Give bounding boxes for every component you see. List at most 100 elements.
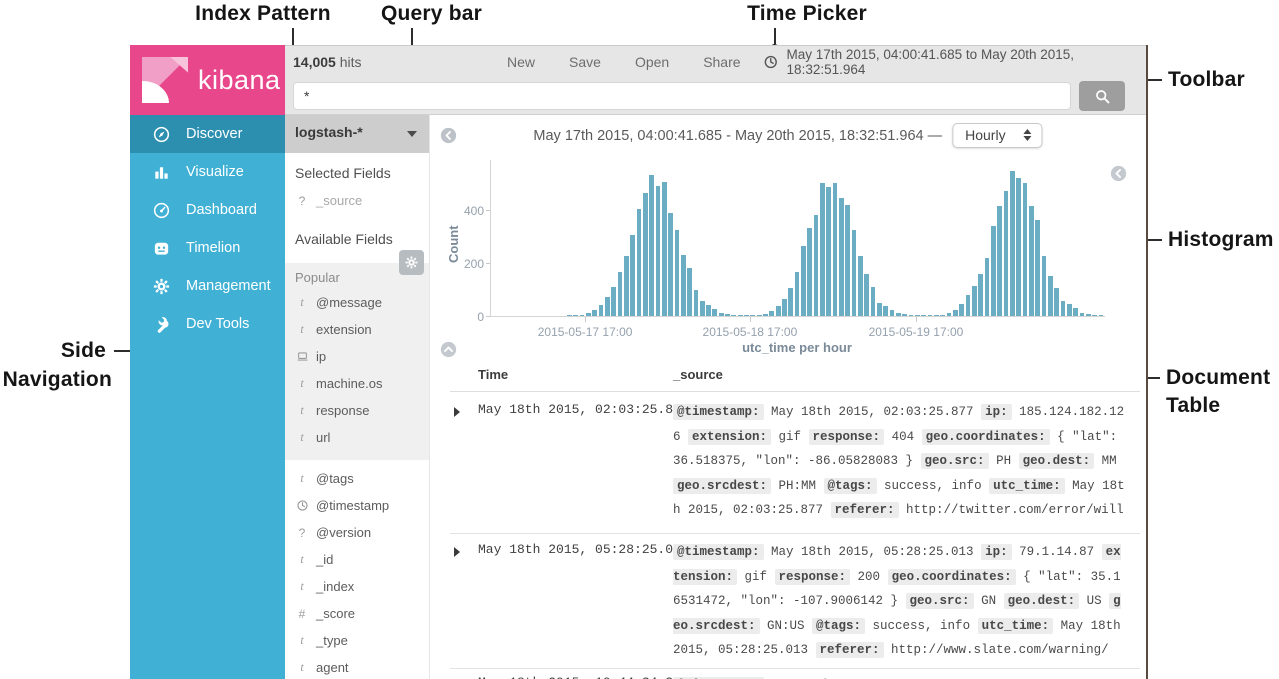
time-picker[interactable]: May 17th 2015, 04:00:41.685 to May 20th … bbox=[763, 47, 1146, 77]
histogram-bar bbox=[839, 197, 844, 316]
histogram-bar bbox=[845, 204, 851, 316]
expand-row-caret[interactable] bbox=[454, 547, 460, 557]
histogram-bar bbox=[832, 183, 838, 316]
sidebar-item-dev-tools[interactable]: Dev Tools bbox=[130, 305, 285, 343]
sidebar-item-management[interactable]: Management bbox=[130, 267, 285, 305]
sidebar-item-label: Discover bbox=[186, 126, 243, 142]
histogram-bar bbox=[566, 314, 572, 316]
toolbar-action-new[interactable]: New bbox=[507, 54, 535, 70]
histogram-bar bbox=[1016, 177, 1021, 316]
field-_type[interactable]: t _type bbox=[285, 627, 429, 654]
field-@timestamp[interactable]: @timestamp bbox=[285, 492, 429, 519]
field-@version[interactable]: ? @version bbox=[285, 519, 429, 546]
histogram-bar bbox=[896, 313, 901, 316]
histogram-bar bbox=[636, 208, 642, 316]
query-bar bbox=[285, 77, 1146, 115]
histogram-bar bbox=[1028, 205, 1034, 316]
sidebar-item-timelion[interactable]: Timelion bbox=[130, 229, 285, 267]
histogram-bar bbox=[870, 286, 876, 316]
toolbar-action-share[interactable]: Share bbox=[703, 54, 740, 70]
field-type-string-icon: t bbox=[300, 660, 304, 674]
histogram-bar bbox=[813, 215, 819, 316]
field-machine.os[interactable]: t machine.os bbox=[285, 370, 429, 397]
interval-select[interactable]: Hourly bbox=[952, 123, 1043, 148]
histogram-bar bbox=[604, 297, 610, 316]
histogram-bar bbox=[687, 268, 692, 316]
field-response[interactable]: t response bbox=[285, 397, 429, 424]
x-axis-title: utc_time per hour bbox=[742, 340, 852, 355]
sidebar-item-visualize[interactable]: Visualize bbox=[130, 153, 285, 191]
field-type-unknown-icon: ? bbox=[298, 525, 306, 540]
histogram-bar bbox=[1009, 171, 1015, 316]
histogram-bar bbox=[927, 314, 933, 316]
expand-row-caret[interactable] bbox=[454, 407, 460, 417]
field-key-badge: geo.coordinates: bbox=[887, 568, 1016, 585]
field-name: @version bbox=[316, 525, 372, 540]
field-key-badge: utc_time: bbox=[989, 477, 1065, 494]
histogram-title: May 17th 2015, 04:00:41.685 - May 20th 2… bbox=[533, 127, 943, 144]
histogram-bar bbox=[1041, 256, 1047, 316]
field-_source[interactable]: ? _source bbox=[285, 187, 429, 214]
bar-chart-icon bbox=[152, 163, 171, 182]
collapse-chart-right-button[interactable] bbox=[1110, 165, 1127, 182]
annotation-histogram: Histogram bbox=[1168, 228, 1274, 251]
search-icon bbox=[1095, 89, 1109, 103]
chevron-down-icon bbox=[407, 131, 417, 137]
field-key-badge: @timestamp: bbox=[673, 404, 764, 420]
field-agent[interactable]: t agent bbox=[285, 654, 429, 679]
search-button[interactable] bbox=[1079, 81, 1125, 111]
field-type-string-icon: t bbox=[300, 579, 304, 593]
field-_index[interactable]: t _index bbox=[285, 573, 429, 600]
histogram-bar bbox=[858, 256, 863, 316]
sidebar-item-dashboard[interactable]: Dashboard bbox=[130, 191, 285, 229]
selected-fields-header: Selected Fields bbox=[295, 165, 391, 181]
field-url[interactable]: t url bbox=[285, 424, 429, 451]
toolbar-action-save[interactable]: Save bbox=[569, 54, 601, 70]
document-table: Time _source May 18th 2015, 02:03:25.877… bbox=[430, 355, 1146, 679]
histogram-bar bbox=[788, 288, 794, 316]
doc-source: @timestamp: May 18th 2015, 02:03:25.877 … bbox=[673, 400, 1125, 623]
histogram-bar bbox=[877, 303, 882, 316]
field-@message[interactable]: t @message bbox=[285, 289, 429, 316]
index-pattern-selector[interactable]: logstash-* bbox=[285, 115, 429, 153]
sidebar-item-label: Dev Tools bbox=[186, 316, 250, 332]
doc-time: May 18th 2015, 05:28:25.013 bbox=[478, 542, 689, 557]
available-fields-list: t @tags @timestamp? @version t _idt _index # _sc… bbox=[285, 465, 429, 679]
field-extension[interactable]: t extension bbox=[285, 316, 429, 343]
field-_id[interactable]: t _id bbox=[285, 546, 429, 573]
histogram-bar bbox=[617, 272, 623, 316]
field-_score[interactable]: # _score bbox=[285, 600, 429, 627]
histogram-bar bbox=[706, 304, 711, 316]
y-tick-label: 0 bbox=[477, 310, 484, 324]
field-settings-button[interactable] bbox=[399, 250, 424, 275]
field-@tags[interactable]: t @tags bbox=[285, 465, 429, 492]
x-tick-label: 2015-05-18 17:00 bbox=[702, 325, 798, 339]
field-key-badge: response: bbox=[808, 428, 885, 445]
x-tick-mark bbox=[915, 317, 917, 322]
histogram-bar bbox=[744, 314, 749, 316]
collapse-left-button[interactable] bbox=[440, 127, 457, 144]
histogram-bar bbox=[965, 294, 971, 316]
compass-icon bbox=[152, 125, 171, 144]
fields-panel: logstash-* Selected Fields ? _source Avai… bbox=[285, 115, 430, 679]
toolbar-action-open[interactable]: Open bbox=[635, 54, 669, 70]
field-name: @message bbox=[316, 295, 382, 310]
histogram-bar bbox=[883, 305, 889, 316]
histogram-bar bbox=[592, 310, 597, 316]
discover-content: May 17th 2015, 04:00:41.685 - May 20th 2… bbox=[430, 115, 1146, 679]
dashboard-icon bbox=[152, 201, 171, 220]
field-key-badge: ip: bbox=[981, 544, 1012, 560]
histogram-bar bbox=[1022, 183, 1028, 316]
field-name: _index bbox=[316, 579, 355, 594]
histogram-bar bbox=[623, 256, 629, 316]
kibana-logo-band: kibana bbox=[130, 45, 285, 115]
query-input[interactable] bbox=[293, 82, 1071, 110]
sidebar-item-discover[interactable]: Discover bbox=[130, 115, 285, 153]
field-ip[interactable]: ip bbox=[285, 343, 429, 370]
histogram-plot[interactable]: 2015-05-17 17:00 2015-05-18 17:00 2015-05-… bbox=[490, 160, 1105, 339]
hits-count: 14,005 hits bbox=[293, 53, 362, 70]
field-type-string-icon: t bbox=[300, 633, 304, 647]
field-key-badge: utc_time: bbox=[977, 617, 1054, 634]
histogram-bar bbox=[655, 185, 661, 316]
field-key-badge: geo.srcdest: bbox=[673, 477, 772, 494]
